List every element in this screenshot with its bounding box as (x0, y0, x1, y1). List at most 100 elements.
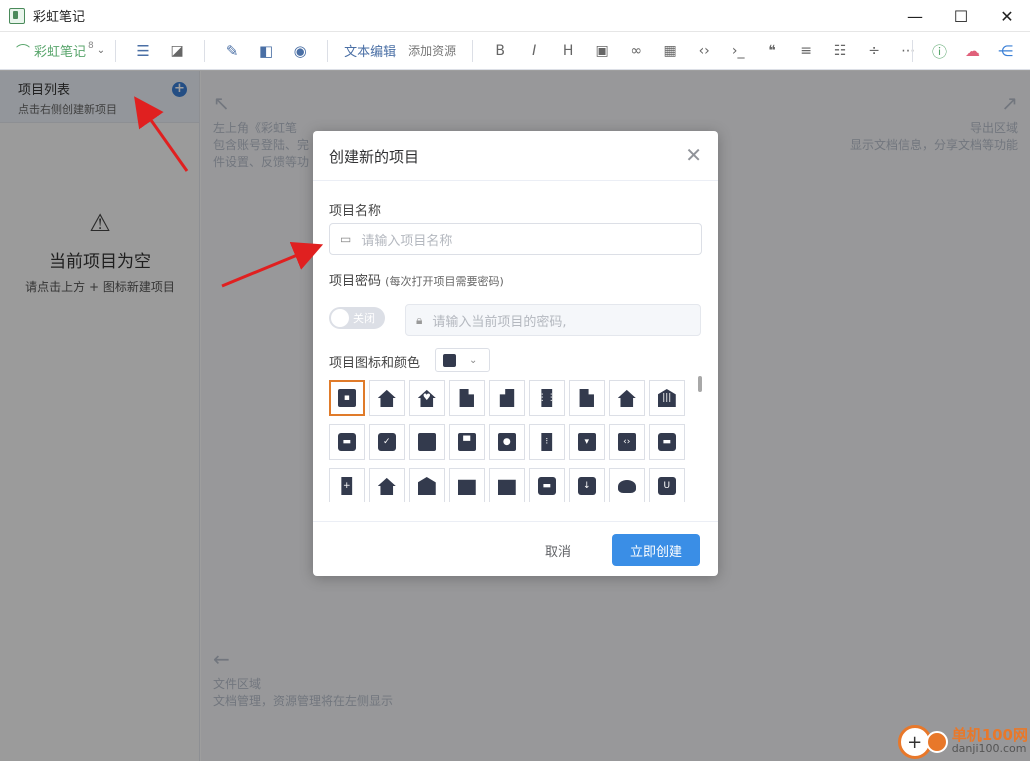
icon-option-book[interactable] (409, 424, 445, 460)
project-name-placeholder: 请输入项目名称 (361, 233, 453, 249)
icon-option-inbox-download[interactable]: ↓ (569, 468, 605, 502)
book-contact-icon: ▪ (337, 389, 356, 407)
title-bar: 彩虹笔记 — ☐ ✕ (0, 0, 1030, 32)
heading-icon[interactable]: H (551, 36, 585, 66)
icon-option-code-file[interactable]: ‹› (609, 424, 645, 460)
watermark: + 单机100网 danji100.com (897, 725, 1028, 759)
icon-option-building[interactable] (449, 380, 485, 416)
icon-option-book-open[interactable]: ▀ (449, 424, 485, 460)
dialog-header: 创建新的项目 ✕ (313, 131, 718, 181)
brand-label: 彩虹笔记 (34, 45, 87, 60)
icon-option-inbox[interactable]: ▬ (529, 468, 565, 502)
icon-option-home[interactable] (369, 380, 405, 416)
unordered-list-icon[interactable]: ☷ (823, 36, 857, 66)
color-select[interactable]: ⌄ (435, 348, 490, 372)
icon-grid-scrollbar[interactable] (698, 376, 702, 506)
checkbox-icon: ✓ (377, 433, 396, 451)
icon-option-bookmark-book[interactable]: ▾ (569, 424, 605, 460)
password-toggle[interactable]: 关闭 (329, 307, 385, 329)
dialog-title: 创建新的项目 (329, 148, 420, 166)
table-icon[interactable]: ▦ (653, 36, 687, 66)
code-icon[interactable]: ‹› (687, 36, 721, 66)
list-view-icon[interactable]: ☰ (126, 36, 160, 66)
icon-option-book-contact[interactable]: ▪ (329, 380, 365, 416)
brand-menu[interactable]: ⌒ 彩虹笔记 8 ⌄ (16, 41, 105, 61)
edit-icon[interactable]: ✎ (215, 36, 249, 66)
icon-option-mail-lock[interactable] (489, 468, 525, 502)
icon-option-office[interactable]: ⋮⋮ (529, 380, 565, 416)
main-toolbar: ⌒ 彩虹笔记 8 ⌄ ☰ ◪ ✎ ◧ ◉ 文本编辑 添加资源 B I H ▣ ∞… (0, 32, 1030, 70)
code-file-icon: ‹› (617, 433, 636, 451)
icon-option-archive[interactable]: ▬ (649, 424, 685, 460)
split-view-icon[interactable]: ◪ (160, 36, 194, 66)
color-swatch (443, 353, 456, 367)
bookmark-book-icon: ▾ (577, 433, 596, 451)
store-icon: ▬ (337, 433, 356, 451)
icon-option-cloud[interactable] (609, 468, 645, 502)
watermark-line1: 单机100网 (951, 726, 1028, 744)
icon-option-bank[interactable]: ||| (649, 380, 685, 416)
icon-option-government[interactable] (409, 468, 445, 502)
bank-icon: ||| (657, 389, 676, 407)
layout-icon[interactable]: ◧ (249, 36, 283, 66)
quote-icon[interactable]: ❝ (755, 36, 789, 66)
close-icon[interactable]: ✕ (685, 143, 702, 167)
cloud-icon (617, 479, 636, 493)
bold-icon[interactable]: B (483, 36, 517, 66)
close-window-button[interactable]: ✕ (984, 0, 1030, 32)
italic-icon[interactable]: I (517, 36, 551, 66)
icon-option-zip-file[interactable]: ⁝ (529, 424, 565, 460)
image-icon[interactable]: ▣ (585, 36, 619, 66)
project-password-label: 项目密码 (每次打开项目需要密码) (329, 274, 504, 289)
home-heart-icon: ♥ (417, 389, 436, 407)
icon-option-contacts-book[interactable]: ● (489, 424, 525, 460)
link-icon[interactable]: ∞ (619, 36, 653, 66)
share-icon[interactable]: ⋲ (989, 36, 1022, 66)
cloud-upload-icon[interactable]: ☁ (956, 36, 989, 66)
project-name-label: 项目名称 (329, 204, 382, 219)
rainbow-icon: ⌒ (16, 43, 30, 60)
password-placeholder: 请输入当前项目的密码, (432, 314, 567, 330)
dialog-footer: 取消 立即创建 (313, 521, 718, 576)
clip-icon: U (657, 477, 676, 495)
password-input[interactable]: 🔒︎ 请输入当前项目的密码, (405, 304, 701, 336)
icon-option-checkbox[interactable]: ✓ (369, 424, 405, 460)
terminal-icon[interactable]: ›_ (721, 36, 755, 66)
icon-option-community[interactable] (609, 380, 645, 416)
preview-icon[interactable]: ◉ (283, 36, 317, 66)
toggle-knob (331, 309, 349, 327)
watermark-line2: danji100.com (951, 742, 1027, 755)
icon-option-home-heart[interactable]: ♥ (409, 380, 445, 416)
minimize-button[interactable]: — (892, 0, 938, 32)
text-edit-tab[interactable]: 文本编辑 (344, 41, 396, 60)
icon-option-company[interactable] (569, 380, 605, 416)
icon-color-label: 项目图标和颜色 (329, 356, 421, 371)
zip-file-icon: ⁝ (541, 433, 553, 451)
government-icon (417, 477, 436, 495)
icon-option-building-2[interactable] (489, 380, 525, 416)
divider-icon[interactable]: ÷ (857, 36, 891, 66)
brand-badge: 8 (88, 40, 94, 51)
office-icon: ⋮⋮ (541, 389, 553, 407)
maximize-button[interactable]: ☐ (938, 0, 984, 32)
chevron-down-icon: ⌄ (96, 45, 106, 56)
contacts-book-icon: ● (497, 433, 516, 451)
mail-lock-icon (497, 479, 516, 495)
icon-option-shop[interactable] (369, 468, 405, 502)
window-title: 彩虹笔记 (33, 10, 86, 25)
icon-option-hospital[interactable]: + (329, 468, 365, 502)
icon-option-store[interactable]: ▬ (329, 424, 365, 460)
ordered-list-icon[interactable]: ≡ (789, 36, 823, 66)
building-2-icon (498, 389, 516, 407)
hospital-icon: + (341, 477, 353, 495)
icon-option-mail-send[interactable] (449, 468, 485, 502)
mail-send-icon (457, 479, 476, 495)
create-now-button[interactable]: 立即创建 (612, 534, 700, 566)
cancel-button[interactable]: 取消 (532, 535, 584, 565)
home-icon (377, 389, 396, 407)
add-resource-tab[interactable]: 添加资源 (408, 42, 456, 59)
inbox-icon: ▬ (537, 477, 556, 495)
info-icon[interactable]: ⓘ (923, 36, 956, 66)
icon-option-clip[interactable]: U (649, 468, 685, 502)
project-name-input[interactable]: ▭ 请输入项目名称 (329, 223, 702, 255)
